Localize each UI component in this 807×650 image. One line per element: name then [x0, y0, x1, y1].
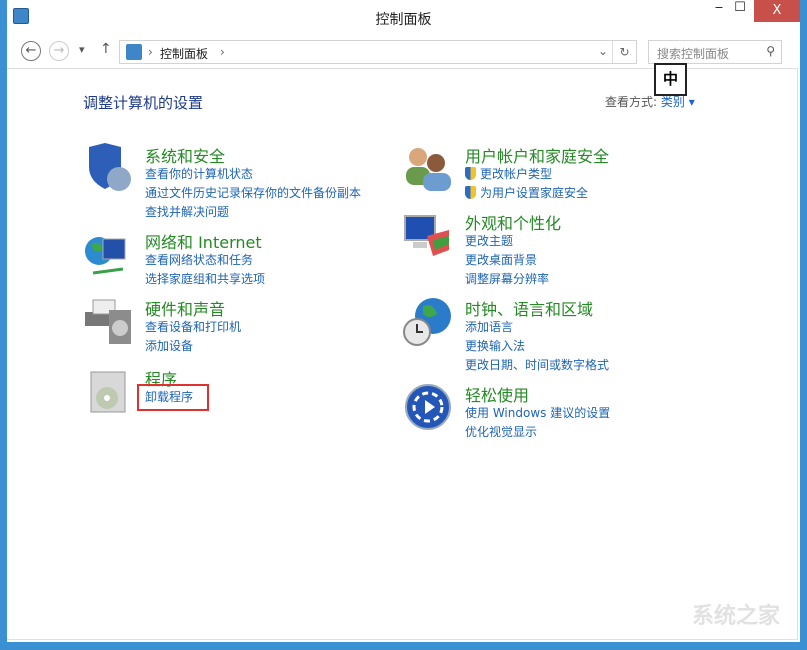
- forward-button[interactable]: →: [49, 41, 69, 61]
- view-by-dropdown[interactable]: 类别 ▾: [661, 95, 695, 109]
- link-add-device[interactable]: 添加设备: [145, 337, 241, 356]
- close-button[interactable]: X: [754, 0, 800, 22]
- back-button[interactable]: ←: [21, 41, 41, 61]
- link-change-input-method[interactable]: 更换输入法: [465, 337, 609, 356]
- up-button[interactable]: ↑: [100, 41, 112, 57]
- category-title[interactable]: 硬件和声音: [145, 296, 225, 320]
- refresh-button[interactable]: ↻: [612, 41, 636, 63]
- minimize-button[interactable]: ‒: [708, 0, 730, 22]
- breadcrumb-control-panel[interactable]: 控制面板: [160, 45, 208, 62]
- monitor-palette-icon[interactable]: [403, 210, 453, 260]
- shield-icon[interactable]: [83, 143, 133, 193]
- maximize-button[interactable]: ☐: [730, 0, 750, 22]
- view-by-label: 查看方式:: [605, 95, 657, 109]
- search-icon[interactable]: ⚲: [766, 44, 775, 58]
- breadcrumb-separator: ›: [148, 45, 153, 59]
- page-title: 调整计算机的设置: [83, 92, 203, 113]
- link-homegroup[interactable]: 选择家庭组和共享选项: [145, 270, 265, 289]
- view-by-value[interactable]: 类别: [661, 95, 685, 109]
- address-bar[interactable]: › 控制面板 › ⌄ ↻: [119, 40, 637, 64]
- window-title: 控制面板: [7, 9, 800, 29]
- watermark: 系统之家: [692, 598, 780, 630]
- category-title[interactable]: 外观和个性化: [465, 210, 561, 234]
- chevron-down-icon[interactable]: ▾: [689, 95, 695, 109]
- category-title[interactable]: 时钟、语言和区域: [465, 296, 593, 320]
- link-devices-printers[interactable]: 查看设备和打印机: [145, 318, 241, 337]
- control-panel-icon: [126, 44, 142, 60]
- users-icon[interactable]: [403, 143, 453, 193]
- link-family-safety[interactable]: 为用户设置家庭安全: [465, 184, 588, 203]
- link-change-theme[interactable]: 更改主题: [465, 232, 549, 251]
- link-date-time-format[interactable]: 更改日期、时间或数字格式: [465, 356, 609, 375]
- link-file-history[interactable]: 通过文件历史记录保存你的文件备份副本: [145, 184, 361, 203]
- printer-icon[interactable]: [83, 296, 133, 346]
- search-input[interactable]: 搜索控制面板 ⚲: [648, 40, 782, 64]
- search-placeholder: 搜索控制面板: [657, 47, 729, 61]
- category-title[interactable]: 网络和 Internet: [145, 229, 262, 253]
- ime-indicator: 中: [654, 63, 687, 96]
- title-bar: 控制面板 ‒ ☐ X: [7, 0, 800, 35]
- link-network-status[interactable]: 查看网络状态和任务: [145, 251, 265, 270]
- link-view-computer-status[interactable]: 查看你的计算机状态: [145, 165, 361, 184]
- address-dropdown-button[interactable]: ⌄: [598, 44, 608, 58]
- category-title[interactable]: 轻松使用: [465, 382, 529, 406]
- link-add-language[interactable]: 添加语言: [465, 318, 609, 337]
- uac-shield-icon: [465, 167, 476, 180]
- network-globe-icon[interactable]: [83, 229, 133, 279]
- globe-clock-icon[interactable]: [403, 296, 453, 346]
- link-optimize-visual-display[interactable]: 优化视觉显示: [465, 423, 610, 442]
- recent-locations-button[interactable]: ▾: [79, 43, 85, 56]
- control-panel-window: 控制面板 ‒ ☐ X ← → ▾ ↑ › 控制面板 › ⌄ ↻ 搜索控制面板 ⚲…: [7, 0, 800, 642]
- category-title[interactable]: 系统和安全: [145, 143, 225, 167]
- view-by: 查看方式: 类别 ▾: [605, 93, 695, 110]
- uac-shield-icon: [465, 186, 476, 199]
- category-title[interactable]: 用户帐户和家庭安全: [465, 143, 609, 167]
- link-label[interactable]: 为用户设置家庭安全: [480, 186, 588, 200]
- link-recommended-settings[interactable]: 使用 Windows 建议的设置: [465, 404, 610, 423]
- link-troubleshoot[interactable]: 查找并解决问题: [145, 203, 361, 222]
- programs-icon[interactable]: [83, 366, 133, 416]
- link-desktop-background[interactable]: 更改桌面背景: [465, 251, 549, 270]
- highlight-box: [137, 384, 209, 411]
- breadcrumb-separator[interactable]: ›: [220, 45, 225, 59]
- link-screen-resolution[interactable]: 调整屏幕分辨率: [465, 270, 549, 289]
- ease-of-access-icon[interactable]: [403, 382, 453, 432]
- link-label[interactable]: 更改帐户类型: [480, 167, 552, 181]
- link-change-account-type[interactable]: 更改帐户类型: [465, 165, 588, 184]
